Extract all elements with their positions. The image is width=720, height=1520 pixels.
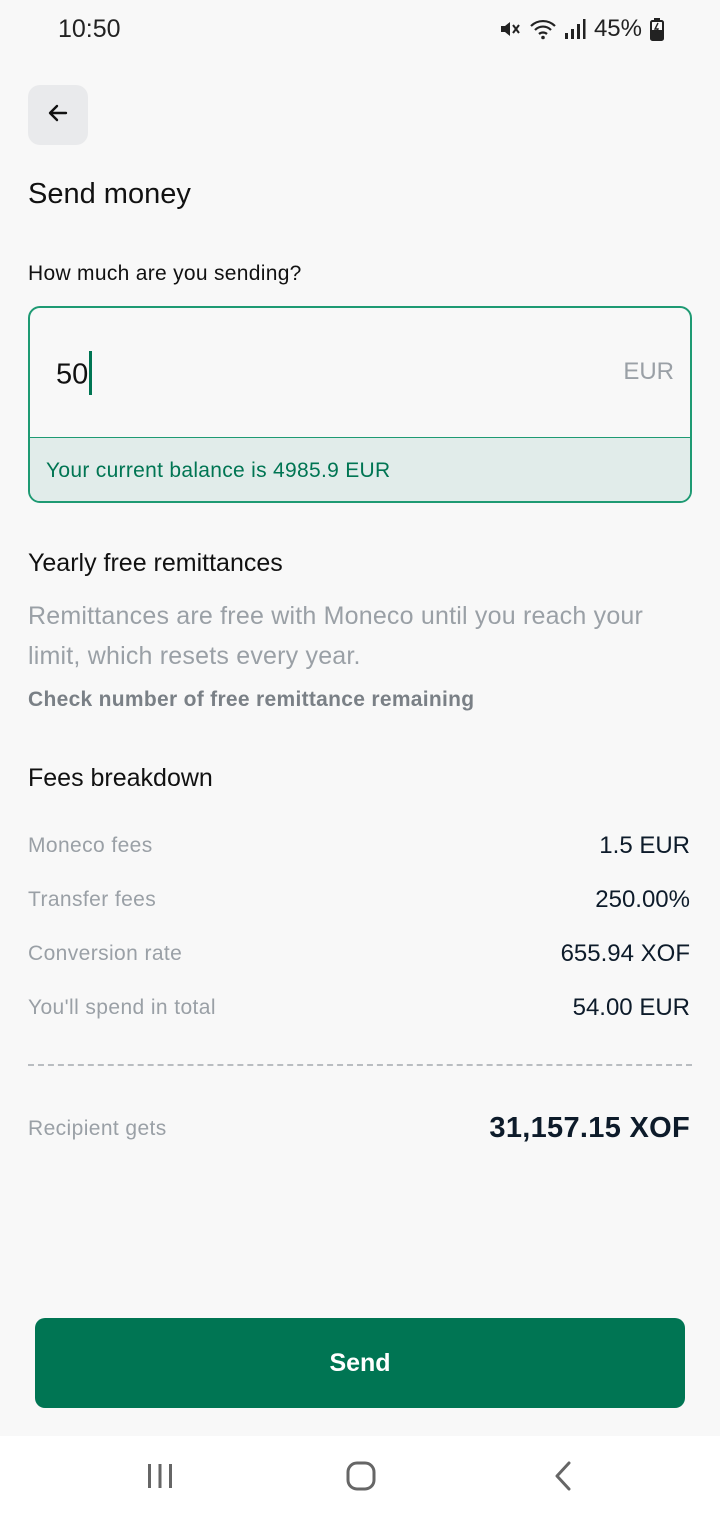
back-icon (552, 1460, 574, 1497)
system-back-button[interactable] (538, 1458, 588, 1498)
balance-info: Your current balance is 4985.9 EUR (30, 438, 690, 501)
fee-label: Moneco fees (28, 834, 153, 857)
amount-label: How much are you sending? (28, 262, 302, 285)
system-nav-bar (0, 1436, 720, 1520)
recent-apps-icon (145, 1462, 175, 1495)
fee-value: 54.00 EUR (572, 994, 690, 1021)
amount-value: 50 (56, 358, 89, 391)
recipient-amount: 31,157.15 XOF (489, 1112, 690, 1144)
amount-input-row[interactable]: 50 EUR (30, 308, 690, 438)
amount-input[interactable]: 50 (56, 351, 93, 398)
fee-value: 655.94 XOF (560, 940, 690, 967)
page-title: Send money (28, 178, 191, 210)
recent-apps-button[interactable] (135, 1458, 185, 1498)
home-icon (345, 1460, 377, 1497)
fee-label: Transfer fees (28, 888, 157, 911)
battery-level: 45% (593, 15, 642, 42)
status-time: 10:50 (58, 14, 121, 43)
fee-value: 250.00% (595, 886, 690, 913)
fees-breakdown-title: Fees breakdown (28, 764, 213, 792)
back-button[interactable] (28, 85, 88, 145)
wifi-icon (530, 18, 556, 40)
amount-field[interactable]: 50 EUR Your current balance is 4985.9 EU… (28, 306, 692, 503)
battery-icon (650, 17, 664, 41)
check-remaining-link[interactable]: Check number of free remittance remainin… (28, 688, 474, 712)
status-icons: 45% (498, 15, 664, 43)
fee-row-total: You'll spend in total 54.00 EUR (28, 994, 690, 1022)
send-button[interactable]: Send (35, 1318, 685, 1408)
mute-icon (498, 17, 522, 41)
status-bar: 10:50 45% (0, 0, 720, 58)
home-button[interactable] (336, 1458, 386, 1498)
fee-value: 1.5 EUR (599, 832, 690, 859)
dashed-divider (28, 1064, 692, 1066)
text-cursor (89, 351, 93, 395)
yearly-remittances-title: Yearly free remittances (28, 549, 283, 577)
recipient-label: Recipient gets (28, 1116, 167, 1140)
fee-row-moneco: Moneco fees 1.5 EUR (28, 832, 690, 860)
currency-label: EUR (623, 358, 674, 385)
signal-icon (564, 18, 586, 40)
fee-row-conversion: Conversion rate 655.94 XOF (28, 940, 690, 968)
fee-label: You'll spend in total (28, 996, 216, 1019)
recipient-row: Recipient gets 31,157.15 XOF (28, 1112, 690, 1145)
yearly-remittances-description: Remittances are free with Moneco until y… (28, 602, 644, 670)
fee-label: Conversion rate (28, 942, 183, 965)
arrow-left-icon (46, 101, 70, 130)
fee-row-transfer: Transfer fees 250.00% (28, 886, 690, 914)
